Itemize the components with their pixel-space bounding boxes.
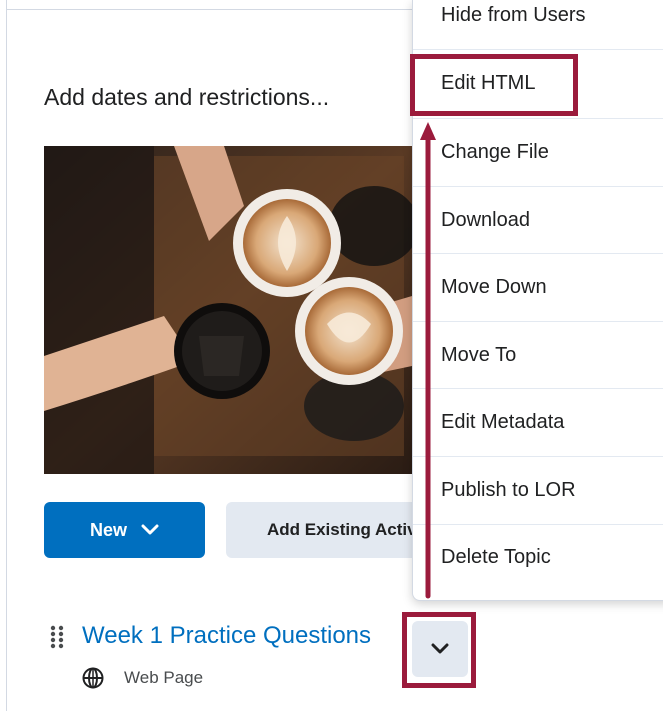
topic-type-label: Web Page [124,668,204,687]
add-dates-restrictions-link[interactable]: Add dates and restrictions... [44,84,329,111]
topic-options-menu: Hide from Users Edit HTML Change File Do… [412,0,663,601]
menu-item-publish-to-lor[interactable]: Publish to LOR [413,457,663,524]
topic-options-button[interactable] [412,621,468,677]
menu-item-edit-metadata[interactable]: Edit Metadata [413,389,663,456]
new-button[interactable]: New [44,502,205,558]
chevron-down-icon [141,524,159,535]
menu-item-download[interactable]: Download [413,187,663,254]
content-top-border [6,9,412,10]
arrow-up-icon [420,122,436,599]
chevron-down-icon [431,643,449,654]
menu-item-delete-topic[interactable]: Delete Topic [413,524,663,591]
menu-item-hide-from-users[interactable]: Hide from Users [413,0,663,49]
content-left-border [6,0,7,711]
topic-cover-image [44,146,412,474]
topic-title-link[interactable]: Week 1 Practice Questions [82,622,371,650]
menu-item-change-file[interactable]: Change File [413,119,663,186]
menu-item-move-down[interactable]: Move Down [413,254,663,321]
drag-handle-icon[interactable] [50,625,64,649]
new-button-label: New [89,519,127,540]
menu-item-edit-html[interactable]: Edit HTML [413,50,663,117]
globe-icon [82,667,104,689]
add-existing-activities-button[interactable]: Add Existing Activities [226,502,412,558]
menu-item-move-to[interactable]: Move To [413,322,663,389]
